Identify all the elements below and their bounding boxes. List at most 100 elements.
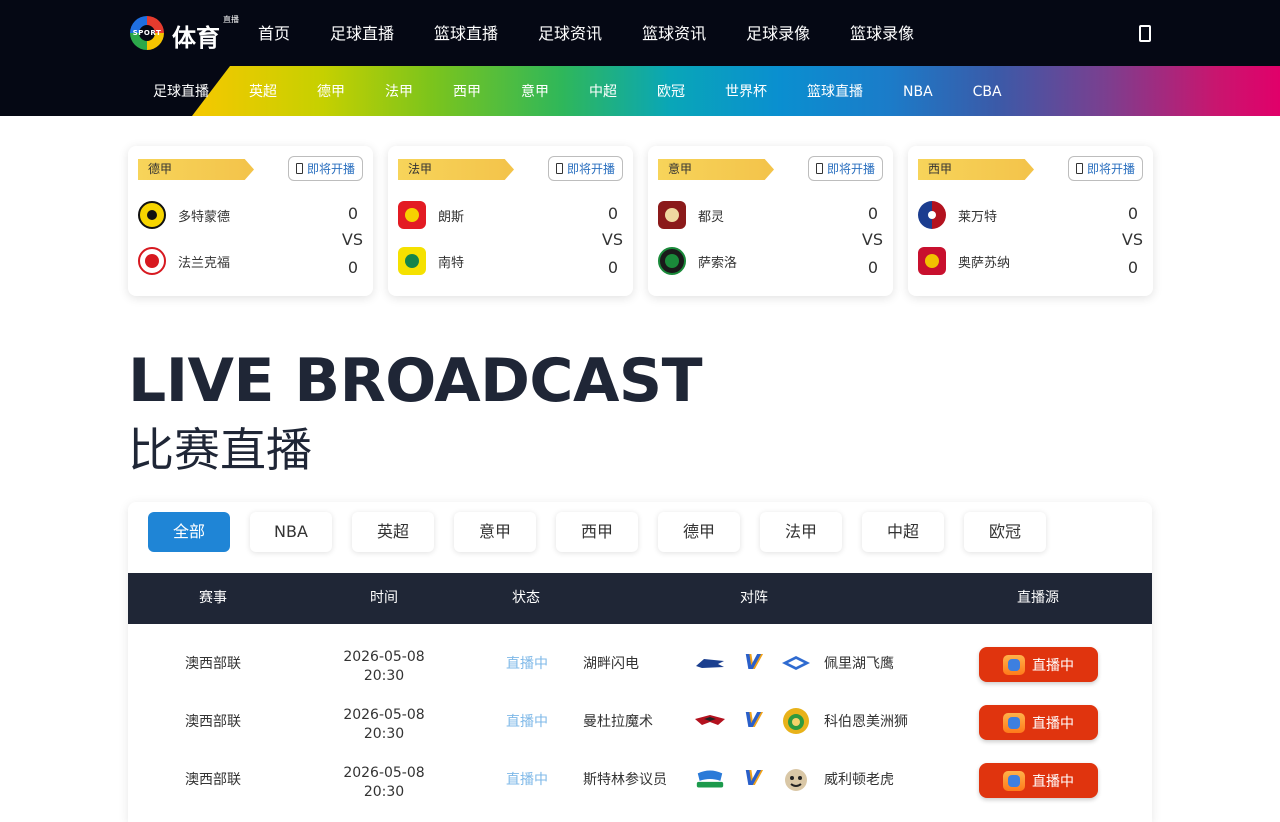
away-score: 0: [607, 258, 618, 277]
row-time: 2026-05-08 20:30: [324, 648, 444, 686]
logo-sport-text: SPORT: [132, 29, 162, 37]
vs-icon: V: [744, 708, 760, 732]
row-status: 直播中: [506, 656, 548, 672]
filter-tab-ligue1[interactable]: 法甲: [760, 512, 842, 552]
filter-tab-laliga[interactable]: 西甲: [556, 512, 638, 552]
filter-tab-csl[interactable]: 中超: [862, 512, 944, 552]
nav-item-basketball-live[interactable]: 篮球直播: [414, 0, 518, 66]
league-link-premier-league[interactable]: 英超: [229, 66, 297, 116]
filter-tab-all[interactable]: 全部: [148, 512, 230, 552]
match-card[interactable]: 西甲 即将开播 莱万特 奥萨苏纳 0 VS 0: [908, 146, 1153, 296]
filter-tab-bundesliga[interactable]: 德甲: [658, 512, 740, 552]
upcoming-button-label: 即将开播: [826, 162, 875, 176]
tv-icon: [1003, 712, 1025, 733]
away-score: 0: [867, 258, 878, 277]
home-team-name: 莱万特: [958, 209, 998, 225]
column-header-status: 状态: [512, 590, 540, 606]
column-header-league: 赛事: [199, 590, 227, 606]
live-button[interactable]: 直播中: [979, 647, 1098, 682]
away-team: 法兰克福: [138, 247, 230, 275]
league-link-ucl[interactable]: 欧冠: [637, 66, 705, 116]
live-button-label: 直播中: [1032, 657, 1074, 674]
upcoming-button[interactable]: 即将开播: [808, 156, 883, 181]
league-link-basketball-live[interactable]: 篮球直播: [787, 66, 883, 116]
nav-item-football-live[interactable]: 足球直播: [310, 0, 414, 66]
row-away-team[interactable]: 威利顿老虎: [824, 751, 894, 809]
upcoming-button[interactable]: 即将开播: [1068, 156, 1143, 181]
away-score: 0: [1127, 258, 1138, 277]
row-status: 直播中: [506, 772, 548, 788]
upcoming-button-label: 即将开播: [1086, 162, 1135, 176]
home-score: 0: [347, 204, 358, 223]
live-button-label: 直播中: [1032, 773, 1074, 790]
league-link-ligue1[interactable]: 法甲: [365, 66, 433, 116]
upcoming-match-cards: 德甲 即将开播 多特蒙德 法兰克福 0 VS 0 法甲 即将开播 朗斯 南特 0…: [128, 146, 1153, 296]
home-team: 莱万特: [918, 201, 997, 229]
phone-icon[interactable]: [1139, 25, 1151, 42]
row-date: 2026-05-08: [343, 649, 425, 665]
row-time: 2026-05-08 20:30: [324, 764, 444, 802]
frankfurt-crest-icon: [138, 247, 166, 275]
logo-subtitle: 直播: [223, 15, 239, 24]
match-card[interactable]: 意甲 即将开播 都灵 萨索洛 0 VS 0: [648, 146, 893, 296]
upcoming-button-label: 即将开播: [306, 162, 355, 176]
main-nav: 首页 足球直播 篮球直播 足球资讯 篮球资讯 足球录像 篮球录像: [238, 0, 934, 66]
away-team-name: 奥萨苏纳: [958, 255, 1011, 271]
match-card[interactable]: 德甲 即将开播 多特蒙德 法兰克福 0 VS 0: [128, 146, 373, 296]
levante-crest-icon: [918, 201, 946, 229]
row-time: 2026-05-08 20:30: [324, 706, 444, 744]
away-team-name: 萨索洛: [698, 255, 738, 271]
top-header: SPORT 体育 直播 首页 足球直播 篮球直播 足球资讯 篮球资讯 足球录像 …: [0, 0, 1280, 66]
home-score: 0: [867, 204, 878, 223]
filter-tab-ucl[interactable]: 欧冠: [964, 512, 1046, 552]
live-button-label: 直播中: [1032, 715, 1074, 732]
card-league-tag: 意甲: [658, 159, 774, 180]
column-header-source: 直播源: [1017, 590, 1059, 606]
lens-crest-icon: [398, 201, 426, 229]
league-link-bundesliga[interactable]: 德甲: [297, 66, 365, 116]
away-team-name: 南特: [438, 255, 465, 271]
away-team: 南特: [398, 247, 464, 275]
nav-item-basketball-replay[interactable]: 篮球录像: [830, 0, 934, 66]
nav-item-basketball-news[interactable]: 篮球资讯: [622, 0, 726, 66]
nav-item-football-replay[interactable]: 足球录像: [726, 0, 830, 66]
dortmund-crest-icon: [138, 201, 166, 229]
phone-icon: [815, 163, 823, 174]
filter-tab-premier-league[interactable]: 英超: [352, 512, 434, 552]
row-away-team[interactable]: 佩里湖飞鹰: [824, 635, 894, 693]
upcoming-button[interactable]: 即将开播: [288, 156, 363, 181]
match-card[interactable]: 法甲 即将开播 朗斯 南特 0 VS 0: [388, 146, 633, 296]
vs-label: VS: [1121, 230, 1143, 249]
logo-title: 体育: [172, 24, 220, 52]
league-link-cba[interactable]: CBA: [953, 66, 1022, 116]
phone-icon: [555, 163, 563, 174]
upcoming-button[interactable]: 即将开播: [548, 156, 623, 181]
league-link-world-cup[interactable]: 世界杯: [705, 66, 787, 116]
card-league-tag: 法甲: [398, 159, 514, 180]
row-away-team[interactable]: 科伯恩美洲狮: [824, 693, 908, 751]
live-button[interactable]: 直播中: [979, 763, 1098, 798]
nav-item-home[interactable]: 首页: [238, 0, 310, 66]
site-logo[interactable]: SPORT 体育 直播: [130, 14, 240, 54]
league-link-serie-a[interactable]: 意甲: [501, 66, 569, 116]
row-home-team[interactable]: 曼杜拉魔术: [583, 693, 653, 751]
home-score: 0: [1127, 204, 1138, 223]
home-team-name: 都灵: [698, 209, 725, 225]
row-home-team[interactable]: 湖畔闪电: [583, 635, 639, 693]
league-link-laliga[interactable]: 西甲: [433, 66, 501, 116]
nav-item-football-news[interactable]: 足球资讯: [518, 0, 622, 66]
row-date: 2026-05-08: [343, 707, 425, 723]
filter-tab-nba[interactable]: NBA: [250, 512, 332, 552]
away-team-logo-icon: [780, 707, 812, 735]
row-kickoff: 20:30: [363, 784, 405, 800]
league-link-csl[interactable]: 中超: [569, 66, 637, 116]
column-header-time: 时间: [370, 590, 398, 606]
away-team-name: 法兰克福: [178, 255, 231, 271]
filter-tab-serie-a[interactable]: 意甲: [454, 512, 536, 552]
league-link-nba[interactable]: NBA: [883, 66, 953, 116]
row-home-team[interactable]: 斯特林参议员: [583, 751, 667, 809]
torino-crest-icon: [658, 201, 686, 229]
away-team: 奥萨苏纳: [918, 247, 1010, 275]
league-link-football-live[interactable]: 足球直播: [133, 66, 229, 116]
live-button[interactable]: 直播中: [979, 705, 1098, 740]
